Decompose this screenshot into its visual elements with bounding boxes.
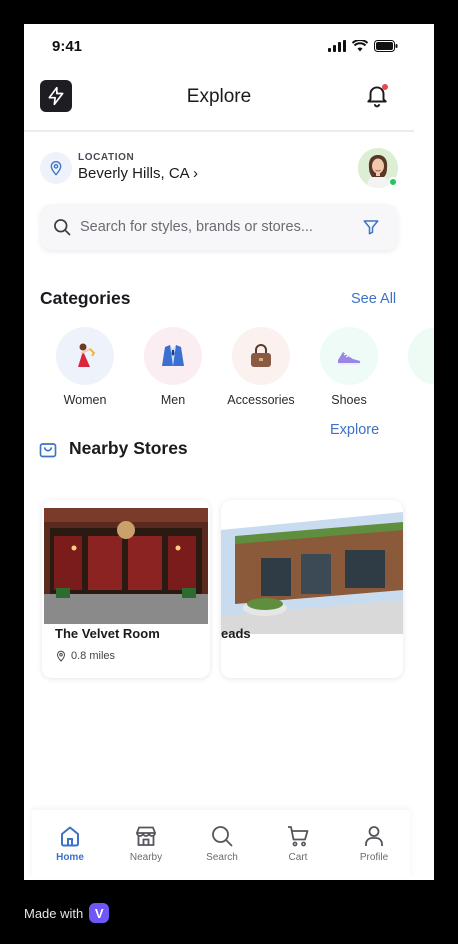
category-accessories[interactable]: Accessories — [216, 327, 306, 413]
store-card-second[interactable]: eads — [221, 500, 403, 678]
category-label: Shoes — [331, 393, 367, 407]
category-icon-badge — [56, 327, 114, 385]
category-label: Women — [63, 393, 107, 407]
made-with-logo: V — [89, 903, 110, 923]
location-pin-icon — [50, 161, 62, 176]
profile-icon — [365, 826, 383, 846]
explore-link[interactable]: Explore — [330, 422, 379, 438]
status-time: 9:41 — [52, 38, 83, 55]
bottom-tab-bar: Home Nearby Search Cart Profile — [32, 810, 410, 878]
notifications-button[interactable] — [364, 82, 392, 110]
wifi-icon — [352, 40, 368, 52]
store-card-velvet-room[interactable]: The Velvet Room 0.8 miles — [42, 500, 210, 678]
categories-heading: Categories — [40, 288, 131, 308]
category-men[interactable]: Men — [128, 327, 218, 413]
category-more[interactable] — [392, 327, 434, 413]
location-selector[interactable]: LOCATION Beverly Hills, CA › — [40, 148, 400, 192]
phone-screen: 9:41 Explore LOCATION Beverly Hills, CA … — [24, 24, 434, 880]
store-photo — [221, 512, 403, 634]
store-name: eads — [221, 626, 251, 641]
notification-dot — [382, 84, 388, 90]
tab-label: Search — [206, 852, 238, 863]
app-header: Explore — [24, 76, 414, 132]
tab-cart[interactable]: Cart — [260, 810, 336, 876]
suit-jacket-icon — [162, 345, 184, 366]
cart-icon — [288, 826, 309, 847]
home-icon — [61, 826, 79, 847]
location-pin-badge — [40, 152, 72, 184]
made-with-text: Made with — [24, 905, 84, 921]
tab-label: Cart — [288, 852, 308, 863]
tab-profile[interactable]: Profile — [336, 810, 412, 876]
search-bar[interactable] — [40, 204, 398, 250]
store-distance-value: 0.8 miles — [71, 650, 116, 662]
shopping-bag-icon — [39, 443, 57, 458]
store-distance: 0.8 miles — [55, 650, 115, 662]
category-icon-badge — [408, 327, 434, 385]
category-label: Men — [160, 393, 186, 407]
tab-home[interactable]: Home — [32, 810, 108, 876]
category-icon-badge — [232, 327, 290, 385]
online-status-dot — [388, 177, 398, 187]
cellular-signal-icon — [328, 40, 346, 52]
category-icon-badge — [144, 327, 202, 385]
category-icon-badge — [320, 327, 378, 385]
nearby-stores-heading: Nearby Stores — [69, 438, 188, 458]
made-with-footer: Made with V — [24, 903, 110, 923]
category-women[interactable]: Women — [40, 327, 130, 413]
filter-icon[interactable] — [362, 218, 380, 236]
store-name: The Velvet Room — [55, 626, 160, 641]
search-input[interactable] — [80, 204, 350, 250]
tab-label: Profile — [359, 852, 389, 863]
sneaker-icon — [338, 352, 360, 365]
location-pin-icon — [56, 650, 66, 662]
search-icon — [212, 826, 233, 847]
category-label: Accessories — [227, 393, 295, 407]
store-icon — [136, 826, 156, 846]
status-bar: 9:41 — [24, 24, 434, 68]
see-all-link[interactable]: See All — [351, 291, 396, 307]
page-title: Explore — [186, 86, 252, 107]
tab-search[interactable]: Search — [184, 810, 260, 876]
location-caption: LOCATION — [78, 152, 135, 163]
location-value: Beverly Hills, CA › — [78, 165, 199, 182]
woman-dress-icon — [78, 343, 96, 367]
tab-label: Home — [56, 852, 84, 863]
tab-nearby[interactable]: Nearby — [108, 810, 184, 876]
handbag-icon — [251, 344, 271, 367]
battery-icon — [374, 40, 398, 52]
search-icon — [54, 219, 71, 236]
status-icons — [328, 40, 398, 52]
tab-label: Nearby — [129, 852, 163, 863]
store-photo — [44, 508, 208, 624]
